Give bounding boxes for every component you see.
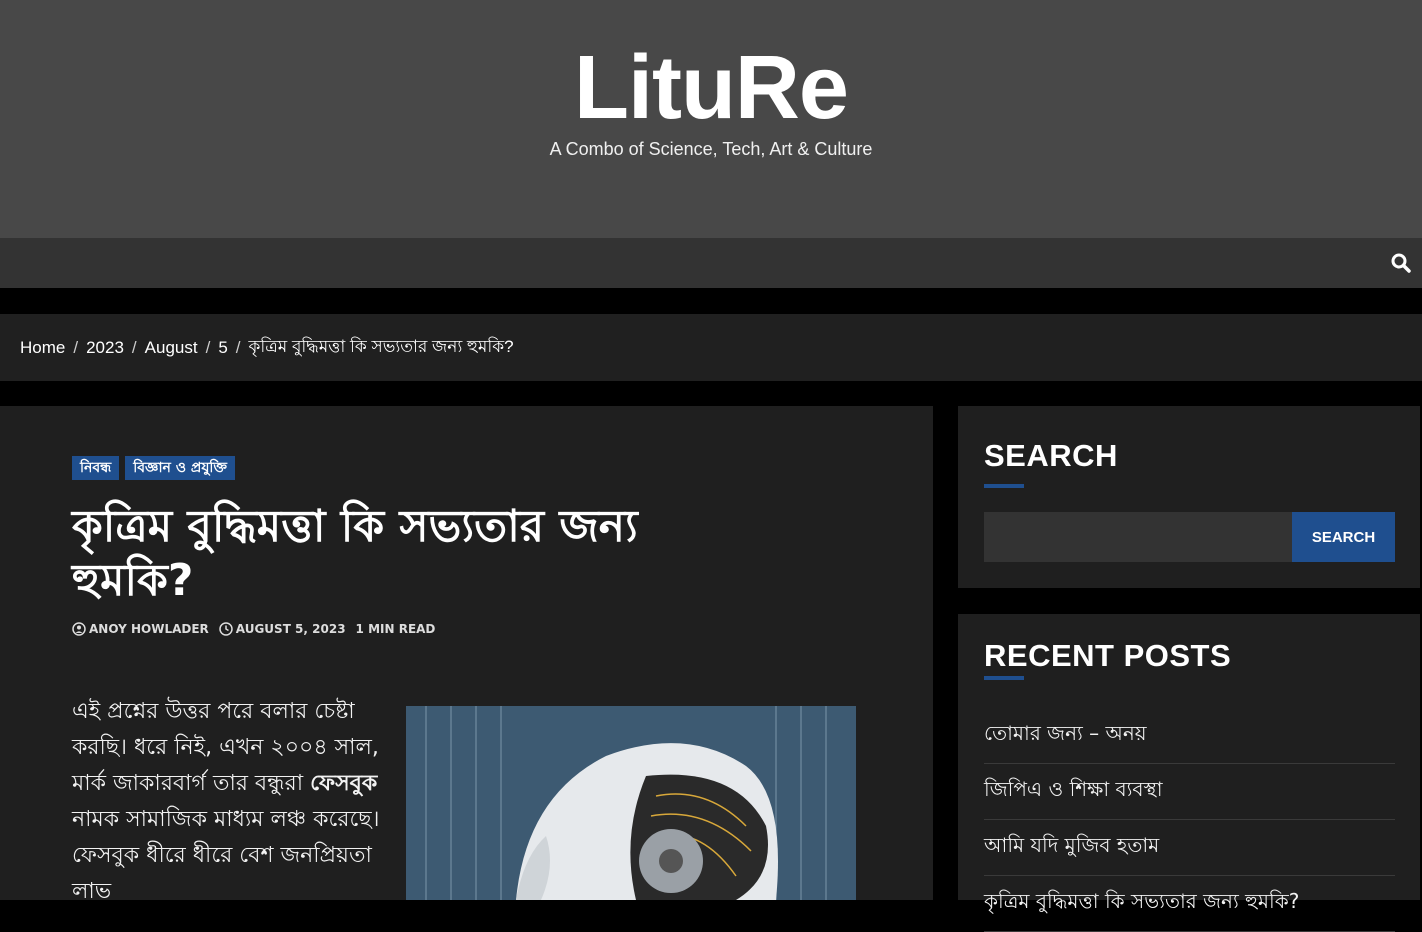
recent-posts-widget: RECENT POSTS তোমার জন্য – অনয় জিপিএ ও শ…: [958, 614, 1420, 932]
post-body-bold: ফেসবুক: [310, 771, 378, 796]
breadcrumb-separator: /: [73, 337, 79, 357]
recent-post-link[interactable]: জিপিএ ও শিক্ষা ব্যবস্থা: [984, 775, 1163, 808]
author-meta[interactable]: ANOY HOWLADER: [72, 622, 209, 636]
breadcrumb-year[interactable]: 2023: [86, 338, 124, 358]
recent-post-link[interactable]: আমি যদি মুজিব হতাম: [984, 831, 1159, 864]
recent-posts-list: তোমার জন্য – অনয় জিপিএ ও শিক্ষা ব্যবস্থ…: [984, 708, 1395, 932]
site-tagline: A Combo of Science, Tech, Art & Culture: [549, 139, 873, 159]
nav-bar: [0, 238, 1422, 288]
list-item: জিপিএ ও শিক্ষা ব্যবস্থা: [984, 764, 1395, 820]
category-tags: নিবন্ধ বিজ্ঞান ও প্রযুক্তি: [72, 456, 236, 480]
search-button[interactable]: SEARCH: [1292, 512, 1395, 562]
site-header: LituRe A Combo of Science, Tech, Art & C…: [0, 0, 1422, 238]
list-item: কৃত্রিম বুদ্ধিমত্তা কি সভ্যতার জন্য হুমক…: [984, 876, 1395, 932]
clock-icon: [219, 622, 233, 636]
post-date[interactable]: AUGUST 5, 2023: [236, 622, 346, 636]
category-tag[interactable]: বিজ্ঞান ও প্রযুক্তি: [125, 456, 236, 480]
post-title: কৃত্রিম বুদ্ধিমত্তা কি সভ্যতার জন্য হুমক…: [72, 501, 638, 606]
list-item: আমি যদি মুজিব হতাম: [984, 820, 1395, 876]
recent-post-link[interactable]: কৃত্রিম বুদ্ধিমত্তা কি সভ্যতার জন্য হুমক…: [984, 887, 1299, 920]
search-icon[interactable]: [1388, 250, 1414, 276]
search-widget: SEARCH SEARCH: [958, 406, 1420, 588]
recent-post-link[interactable]: তোমার জন্য – অনয়: [984, 719, 1147, 752]
site-title[interactable]: LituRe: [0, 38, 1422, 138]
author-name[interactable]: ANOY HOWLADER: [89, 622, 209, 636]
post-body: এই প্রশ্নের উত্তর পরে বলার চেষ্টা করছি। …: [72, 694, 390, 910]
breadcrumb: Home / 2023 / August / 5 / কৃত্রিম বুদ্ধ…: [0, 314, 1422, 381]
read-time: 1 MIN READ: [355, 622, 436, 636]
search-input[interactable]: [984, 512, 1292, 562]
date-meta[interactable]: AUGUST 5, 2023: [219, 622, 346, 636]
breadcrumb-month[interactable]: August: [145, 338, 198, 358]
list-item: তোমার জন্য – অনয়: [984, 708, 1395, 764]
breadcrumb-day[interactable]: 5: [218, 338, 227, 358]
title-underline: [984, 676, 1024, 680]
post-body-text: নামক সামাজিক মাধ্যম লঞ্চ করেছে। ফেসবুক ধ…: [72, 807, 380, 904]
recent-posts-title: RECENT POSTS: [984, 638, 1232, 673]
featured-image: [406, 706, 856, 900]
post-meta: ANOY HOWLADER AUGUST 5, 2023 1 MIN READ: [72, 622, 435, 636]
breadcrumb-current: কৃত্রিম বুদ্ধিমত্তা কি সভ্যতার জন্য হুমক…: [248, 336, 514, 356]
title-underline: [984, 484, 1024, 488]
category-tag[interactable]: নিবন্ধ: [72, 456, 120, 480]
user-icon: [72, 622, 86, 636]
breadcrumb-separator: /: [131, 337, 137, 357]
breadcrumb-separator: /: [235, 337, 241, 357]
breadcrumb-home[interactable]: Home: [20, 338, 65, 358]
breadcrumb-separator: /: [205, 337, 211, 357]
search-widget-title: SEARCH: [984, 438, 1118, 473]
